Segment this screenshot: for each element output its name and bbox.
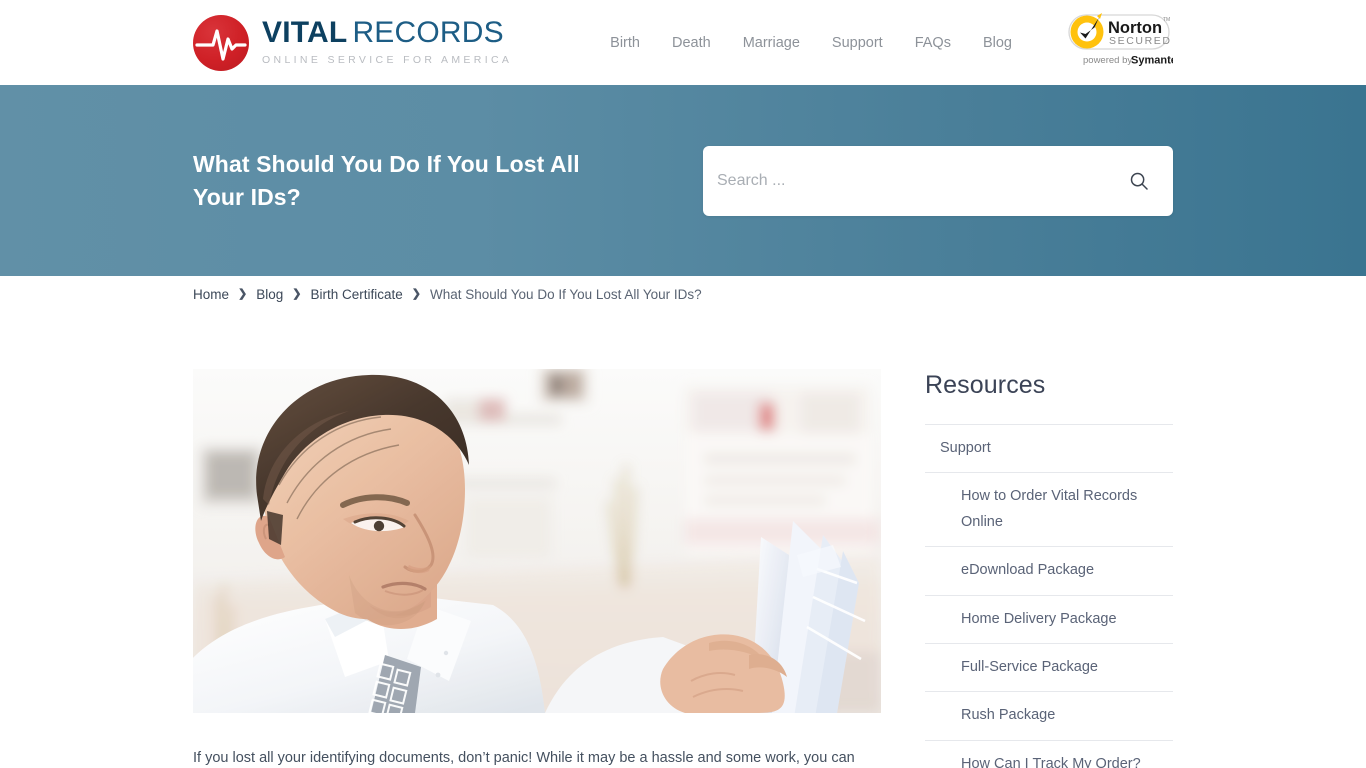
- header-inner: VITAL RECORDS ONLINE SERVICE FOR AMERICA …: [193, 0, 1173, 85]
- sidebar-item-track-my-order[interactable]: How Can I Track My Order?: [925, 741, 1173, 768]
- sidebar-heading: Resources: [925, 371, 1046, 399]
- resources-sidebar: Resources Support How to Order Vital Rec…: [925, 369, 1173, 768]
- sidebar-item-rush-package[interactable]: Rush Package: [925, 692, 1173, 739]
- sidebar-item-how-to-order[interactable]: How to Order Vital Records Online: [925, 473, 1173, 546]
- nav-item-support[interactable]: Support: [816, 27, 899, 59]
- nav-item-marriage[interactable]: Marriage: [727, 27, 816, 59]
- hero-inner: What Should You Do If You Lost All Your …: [193, 85, 1173, 276]
- search-box[interactable]: [703, 145, 1173, 216]
- breadcrumb-item-birth-certificate[interactable]: Birth Certificate: [310, 287, 402, 302]
- site-header: VITAL RECORDS ONLINE SERVICE FOR AMERICA …: [0, 0, 1366, 85]
- sidebar-item-support[interactable]: Support: [925, 425, 1173, 472]
- brand-tagline: ONLINE SERVICE FOR AMERICA: [262, 53, 513, 66]
- brand-name-bold: VITAL: [262, 15, 348, 49]
- chevron-right-icon: ❯: [411, 288, 421, 300]
- svg-text:Symantec: Symantec: [1131, 54, 1173, 66]
- nav-item-faqs[interactable]: FAQs: [899, 27, 967, 59]
- list-item[interactable]: Home Delivery Package: [925, 594, 1173, 643]
- sidebar-item-full-service-package[interactable]: Full-Service Package: [925, 644, 1173, 691]
- chevron-right-icon: ❯: [238, 288, 248, 300]
- article-featured-image: [193, 369, 881, 713]
- chevron-right-icon: ❯: [292, 288, 302, 300]
- list-item[interactable]: How to Order Vital Records Online: [925, 472, 1173, 546]
- nav-item-blog[interactable]: Blog: [967, 27, 1028, 59]
- article-paragraph: If you lost all your identifying documen…: [193, 750, 855, 766]
- heartbeat-circle-icon: [193, 14, 249, 71]
- brand-logo-link[interactable]: VITAL RECORDS ONLINE SERVICE FOR AMERICA: [193, 14, 513, 71]
- breadcrumb-item-current: What Should You Do If You Lost All Your …: [429, 287, 702, 302]
- list-item[interactable]: eDownload Package: [925, 546, 1173, 594]
- svg-text:SECURED: SECURED: [1109, 35, 1172, 47]
- list-item[interactable]: Full-Service Package: [925, 642, 1173, 691]
- list-item[interactable]: How Can I Track My Order?: [925, 739, 1173, 768]
- list-item[interactable]: Support: [925, 424, 1173, 472]
- article-column: If you lost all your identifying documen…: [193, 369, 881, 768]
- main-content: If you lost all your identifying documen…: [193, 302, 1173, 768]
- svg-text:TM: TM: [1163, 17, 1170, 23]
- hero-banner: What Should You Do If You Lost All Your …: [0, 85, 1366, 276]
- norton-secured-badge[interactable]: Norton SECURED TM powered by Symantec: [1058, 10, 1173, 75]
- sidebar-item-home-delivery-package[interactable]: Home Delivery Package: [925, 596, 1173, 643]
- resources-list: Support How to Order Vital Records Onlin…: [925, 424, 1173, 768]
- nav-item-birth[interactable]: Birth: [594, 27, 656, 59]
- brand-name-light: RECORDS: [352, 15, 504, 49]
- breadcrumb: Home ❯ Blog ❯ Birth Certificate ❯ What S…: [193, 276, 1173, 302]
- brand-name: VITAL RECORDS: [262, 16, 504, 49]
- sidebar-item-edownload-package[interactable]: eDownload Package: [925, 547, 1173, 594]
- brand-text: VITAL RECORDS ONLINE SERVICE FOR AMERICA: [262, 16, 513, 68]
- page-title: What Should You Do If You Lost All Your …: [193, 150, 580, 210]
- list-item[interactable]: Rush Package: [925, 691, 1173, 739]
- main-navigation: Birth Death Marriage Support FAQs Blog: [594, 27, 1028, 59]
- svg-text:powered by: powered by: [1083, 55, 1132, 66]
- search-icon[interactable]: [1127, 169, 1151, 193]
- breadcrumb-item-home[interactable]: Home: [193, 287, 229, 302]
- search-input[interactable]: [717, 171, 1127, 190]
- breadcrumb-item-blog[interactable]: Blog: [256, 287, 283, 302]
- nav-item-death[interactable]: Death: [656, 27, 727, 59]
